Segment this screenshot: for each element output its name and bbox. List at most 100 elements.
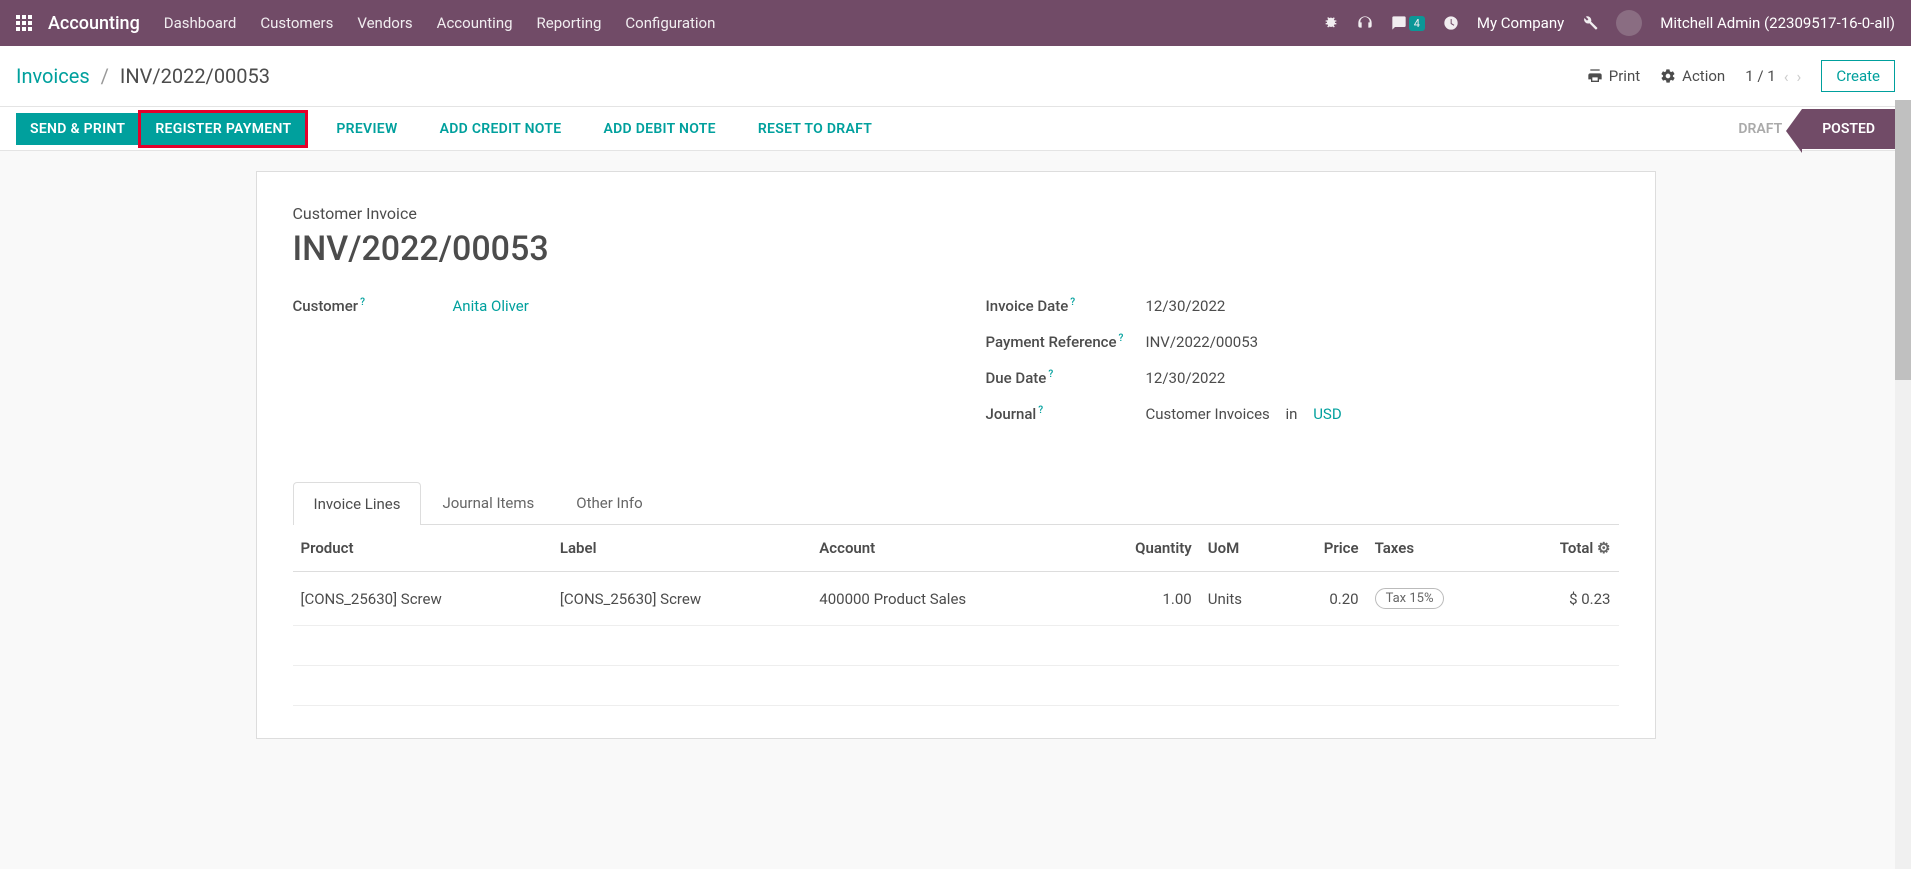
invoice-date-value: 12/30/2022 (1146, 297, 1226, 315)
nav-right: 4 My Company Mitchell Admin (22309517-16… (1323, 10, 1895, 36)
currency-link[interactable]: USD (1313, 405, 1341, 423)
breadcrumb-actions: Print Action 1 / 1 ‹ › Create (1587, 60, 1895, 92)
cell-taxes: Tax 15% (1367, 572, 1509, 626)
preview-button[interactable]: PREVIEW (322, 113, 411, 145)
fields-left: Customer? Anita Oliver (293, 297, 926, 441)
doc-title: INV/2022/00053 (293, 229, 1619, 269)
col-uom: UoM (1200, 525, 1283, 572)
field-customer: Customer? Anita Oliver (293, 297, 926, 315)
help-icon[interactable]: ? (360, 297, 365, 308)
messages-badge: 4 (1409, 16, 1425, 31)
cell-account: 400000 Product Sales (811, 572, 1080, 626)
lines-table: Product Label Account Quantity UoM Price… (293, 525, 1619, 706)
field-payment-ref: Payment Reference? INV/2022/00053 (986, 333, 1619, 351)
cell-total: $ 0.23 (1508, 572, 1618, 626)
breadcrumb-sep: / (101, 64, 109, 88)
scrollbar-thumb[interactable] (1895, 100, 1911, 380)
avatar[interactable] (1616, 10, 1642, 36)
field-journal: Journal? Customer Invoices in USD (986, 405, 1619, 423)
help-icon[interactable]: ? (1048, 369, 1053, 380)
due-date-value: 12/30/2022 (1146, 369, 1226, 387)
activity-icon[interactable] (1443, 15, 1459, 31)
tab-journal-items[interactable]: Journal Items (421, 481, 555, 524)
support-icon[interactable] (1357, 15, 1373, 31)
help-icon[interactable]: ? (1070, 297, 1075, 308)
menu-configuration[interactable]: Configuration (625, 14, 715, 32)
apps-icon[interactable] (16, 15, 32, 31)
top-nav: Accounting Dashboard Customers Vendors A… (0, 0, 1911, 46)
tools-icon[interactable] (1582, 15, 1598, 31)
add-credit-button[interactable]: ADD CREDIT NOTE (426, 113, 576, 145)
content-area: Customer Invoice INV/2022/00053 Customer… (0, 151, 1911, 759)
scrollbar[interactable] (1895, 100, 1911, 869)
payment-ref-label: Payment Reference? (986, 333, 1146, 351)
col-product: Product (293, 525, 552, 572)
tax-pill: Tax 15% (1375, 588, 1445, 609)
company-selector[interactable]: My Company (1477, 14, 1564, 32)
col-total: Total ⚙ (1508, 525, 1618, 572)
fields-right: Invoice Date? 12/30/2022 Payment Referen… (986, 297, 1619, 441)
main-menu: Dashboard Customers Vendors Accounting R… (164, 14, 1323, 32)
menu-accounting[interactable]: Accounting (437, 14, 513, 32)
tabs: Invoice Lines Journal Items Other Info (293, 481, 1619, 525)
form-sheet: Customer Invoice INV/2022/00053 Customer… (256, 171, 1656, 739)
cell-product: [CONS_25630] Screw (293, 572, 552, 626)
doc-type: Customer Invoice (293, 204, 1619, 223)
breadcrumb-current: INV/2022/00053 (120, 64, 270, 88)
options-icon[interactable]: ⚙ (1597, 539, 1610, 557)
pager-next-icon[interactable]: › (1797, 67, 1802, 86)
breadcrumb-parent[interactable]: Invoices (16, 64, 90, 88)
status-posted[interactable]: POSTED (1802, 109, 1895, 149)
table-row-empty (293, 666, 1619, 706)
send-print-button[interactable]: SEND & PRINT (16, 113, 139, 145)
col-quantity: Quantity (1080, 525, 1200, 572)
action-button[interactable]: Action (1660, 67, 1725, 85)
menu-reporting[interactable]: Reporting (537, 14, 602, 32)
customer-label: Customer? (293, 297, 453, 315)
status-bar: DRAFT POSTED (1718, 109, 1895, 149)
menu-vendors[interactable]: Vendors (357, 14, 412, 32)
breadcrumb-bar: Invoices / INV/2022/00053 Print Action 1… (0, 46, 1911, 107)
breadcrumb: Invoices / INV/2022/00053 (16, 64, 1587, 88)
add-debit-button[interactable]: ADD DEBIT NOTE (589, 113, 729, 145)
tab-other-info[interactable]: Other Info (555, 481, 663, 524)
cell-uom: Units (1200, 572, 1283, 626)
tab-invoice-lines[interactable]: Invoice Lines (293, 482, 422, 525)
field-invoice-date: Invoice Date? 12/30/2022 (986, 297, 1619, 315)
fields-row: Customer? Anita Oliver Invoice Date? 12/… (293, 297, 1619, 441)
invoice-date-label: Invoice Date? (986, 297, 1146, 315)
col-taxes: Taxes (1367, 525, 1509, 572)
cell-quantity: 1.00 (1080, 572, 1200, 626)
pager-prev-icon[interactable]: ‹ (1784, 67, 1789, 86)
payment-ref-value: INV/2022/00053 (1146, 333, 1259, 351)
user-menu[interactable]: Mitchell Admin (22309517-16-0-all) (1660, 14, 1895, 32)
menu-customers[interactable]: Customers (260, 14, 333, 32)
register-payment-button[interactable]: REGISTER PAYMENT (138, 110, 308, 148)
gear-icon (1660, 68, 1676, 84)
cell-price: 0.20 (1283, 572, 1367, 626)
action-bar: SEND & PRINT REGISTER PAYMENT PREVIEW AD… (0, 107, 1911, 151)
help-icon[interactable]: ? (1119, 333, 1124, 344)
print-icon (1587, 68, 1603, 84)
table-row[interactable]: [CONS_25630] Screw [CONS_25630] Screw 40… (293, 572, 1619, 626)
reset-draft-button[interactable]: RESET TO DRAFT (744, 113, 886, 145)
print-button[interactable]: Print (1587, 67, 1640, 85)
pager-text: 1 / 1 (1745, 67, 1776, 85)
due-date-label: Due Date? (986, 369, 1146, 387)
table-row-empty (293, 626, 1619, 666)
help-icon[interactable]: ? (1038, 405, 1043, 416)
table-header-row: Product Label Account Quantity UoM Price… (293, 525, 1619, 572)
col-label: Label (552, 525, 811, 572)
cell-label: [CONS_25630] Screw (552, 572, 811, 626)
col-price: Price (1283, 525, 1367, 572)
col-account: Account (811, 525, 1080, 572)
app-brand[interactable]: Accounting (48, 13, 140, 34)
menu-dashboard[interactable]: Dashboard (164, 14, 237, 32)
messages-icon[interactable]: 4 (1391, 15, 1425, 31)
field-due-date: Due Date? 12/30/2022 (986, 369, 1619, 387)
bug-icon[interactable] (1323, 15, 1339, 31)
journal-label: Journal? (986, 405, 1146, 423)
customer-value[interactable]: Anita Oliver (453, 297, 529, 315)
journal-value: Customer Invoices in USD (1146, 405, 1342, 423)
create-button[interactable]: Create (1821, 60, 1895, 92)
